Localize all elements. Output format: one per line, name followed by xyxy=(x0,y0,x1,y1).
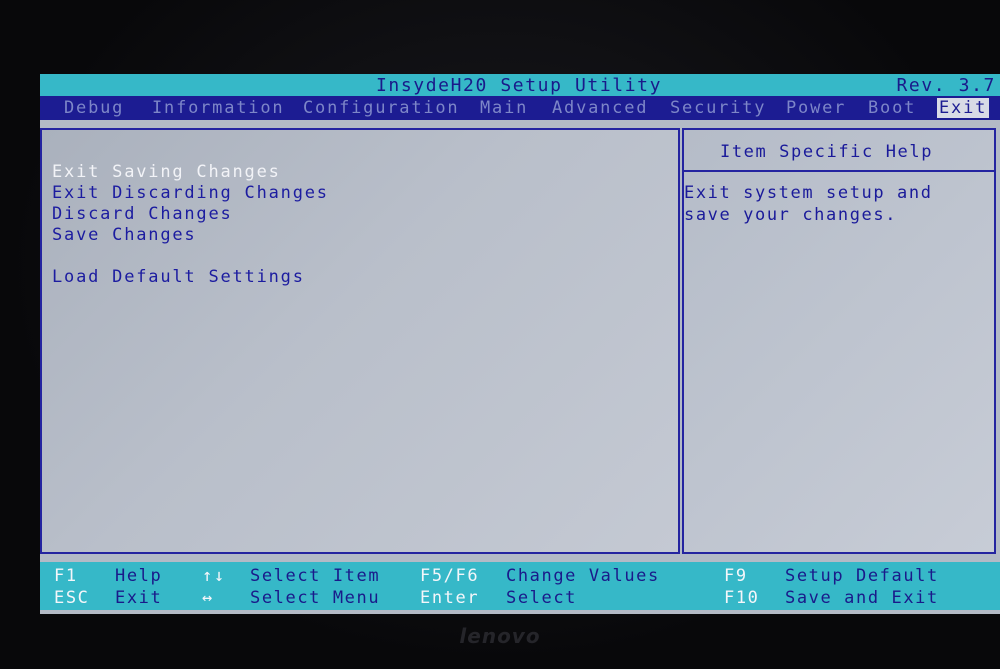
help-line: Exit system setup and xyxy=(684,183,933,203)
app-title: InsydeH20 Setup Utility xyxy=(376,75,663,96)
help-line: save your changes. xyxy=(684,205,898,225)
revision-label: Rev. 3.7 xyxy=(896,75,996,96)
tab-boot[interactable]: Boot xyxy=(868,98,916,118)
option-discard-changes[interactable]: Discard Changes xyxy=(52,204,233,224)
key-f1: F1 xyxy=(54,566,78,586)
key-esc: ESC xyxy=(54,588,90,608)
tab-power[interactable]: Power xyxy=(786,98,846,118)
tab-configuration[interactable]: Configuration xyxy=(303,98,459,118)
bios-screen: InsydeH20 Setup Utility Rev. 3.7 Debug I… xyxy=(40,74,1000,614)
main-menu-pane: Exit Saving Changes Exit Discarding Chan… xyxy=(40,128,680,554)
help-header: Item Specific Help xyxy=(684,130,994,172)
key-f10: F10 xyxy=(724,588,760,608)
tab-main[interactable]: Main xyxy=(480,98,528,118)
key-f5-f6: F5/F6 xyxy=(420,566,480,586)
key-f9: F9 xyxy=(724,566,748,586)
tab-advanced[interactable]: Advanced xyxy=(552,98,648,118)
option-exit-discarding-changes[interactable]: Exit Discarding Changes xyxy=(52,183,329,203)
help-title: Item Specific Help xyxy=(720,142,934,162)
key-enter-desc: Select xyxy=(506,588,578,608)
tab-debug[interactable]: Debug xyxy=(64,98,124,118)
key-f10-desc: Save and Exit xyxy=(785,588,939,608)
key-up-down-arrows: ↑↓ xyxy=(202,566,226,586)
key-f5-f6-desc: Change Values xyxy=(506,566,660,586)
option-exit-saving-changes[interactable]: Exit Saving Changes xyxy=(52,162,281,182)
key-f9-desc: Setup Default xyxy=(785,566,939,586)
tab-security[interactable]: Security xyxy=(670,98,766,118)
lenovo-logo: lenovo xyxy=(459,624,541,648)
help-pane: Item Specific Help Exit system setup and… xyxy=(682,128,996,554)
title-bar: InsydeH20 Setup Utility Rev. 3.7 xyxy=(40,74,1000,96)
key-f1-desc: Help xyxy=(115,566,163,586)
option-load-default-settings[interactable]: Load Default Settings xyxy=(52,267,305,287)
tab-exit[interactable]: Exit xyxy=(937,98,990,118)
help-text: Exit system setup and save your changes. xyxy=(684,182,984,226)
tab-information[interactable]: Information xyxy=(152,98,284,118)
key-esc-desc: Exit xyxy=(115,588,163,608)
key-enter: Enter xyxy=(420,588,480,608)
menu-bar: Debug Information Configuration Main Adv… xyxy=(40,96,1000,120)
option-save-changes[interactable]: Save Changes xyxy=(52,225,196,245)
key-left-right-arrows: ↔ xyxy=(202,588,214,608)
key-up-down-desc: Select Item xyxy=(250,566,381,586)
key-legend-footer: F1 Help ↑↓ Select Item F5/F6 Change Valu… xyxy=(40,562,1000,610)
key-left-right-desc: Select Menu xyxy=(250,588,381,608)
